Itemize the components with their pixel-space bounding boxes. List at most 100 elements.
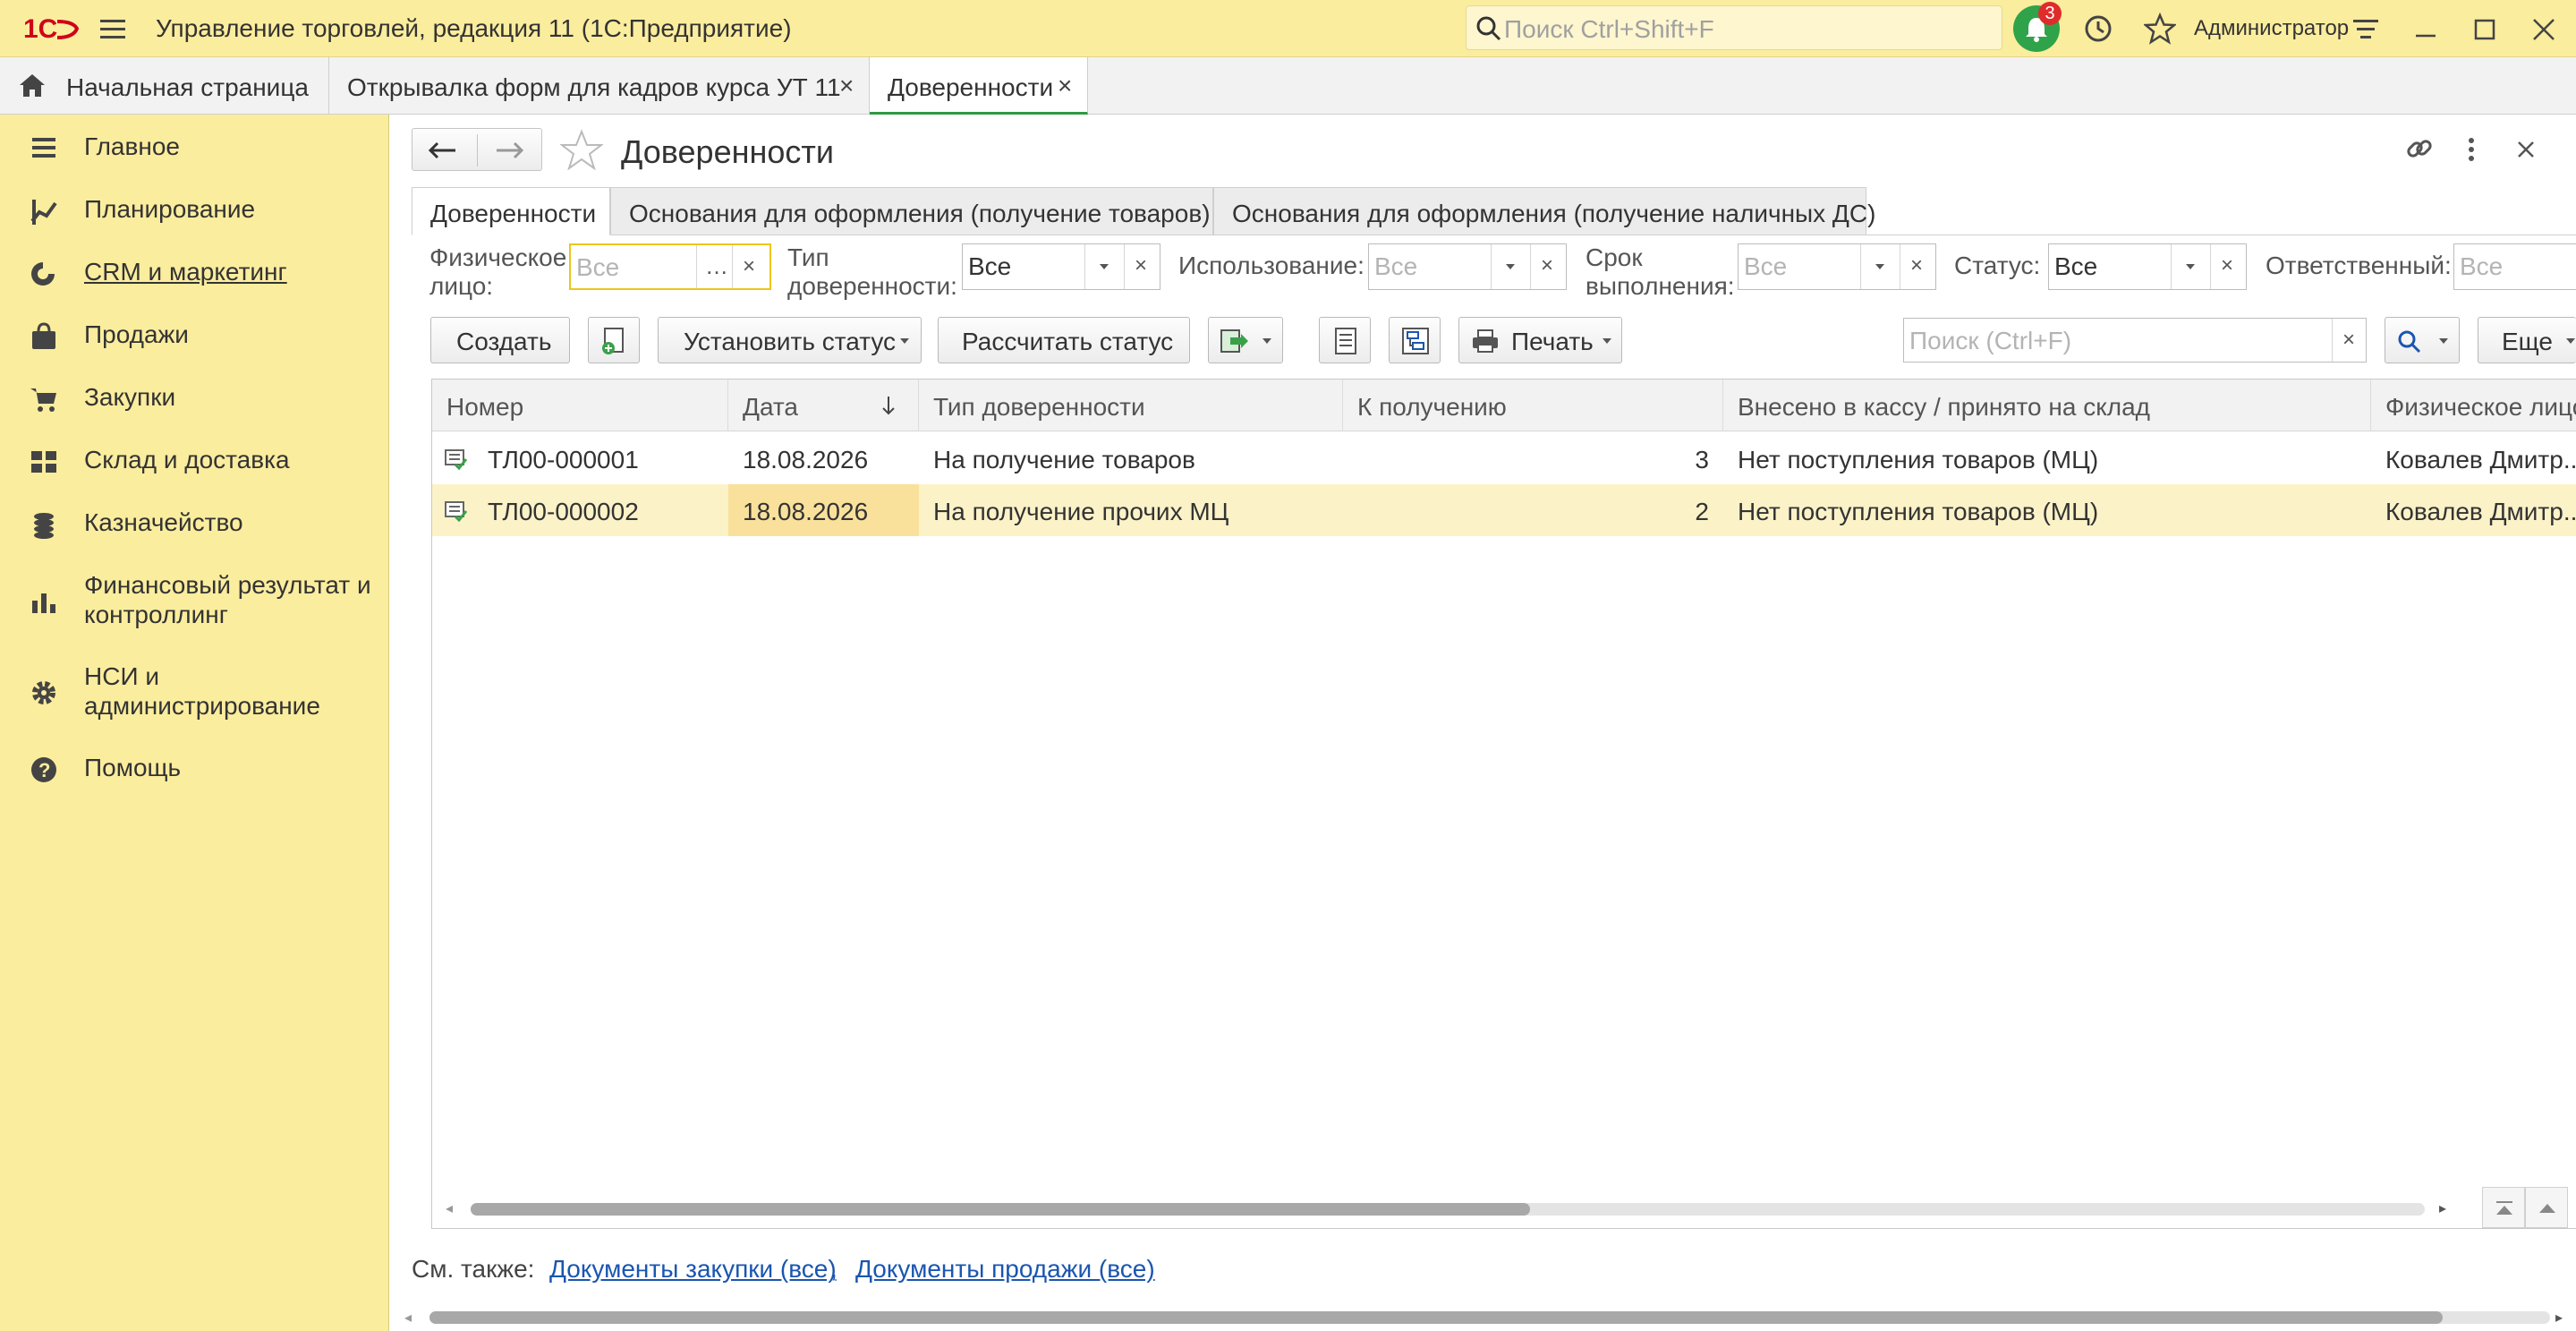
filter-type-field[interactable]: Все × [962,243,1160,290]
tab-forms-opener[interactable]: Открывалка форм для кадров курса УТ 11 × [329,57,870,115]
select-button-icon[interactable]: … [705,252,728,280]
clear-icon[interactable]: × [1135,253,1147,278]
dropdown-icon[interactable] [1506,264,1515,269]
create-based-on-button[interactable] [588,317,640,363]
cart-icon [29,384,59,414]
more-vertical-icon[interactable] [2462,134,2480,165]
field-divider [2332,319,2333,362]
document-posted-icon [445,500,468,522]
scroll-to-top-button[interactable] [2482,1187,2525,1228]
new-document-icon [599,327,630,355]
document-posted-icon [445,448,468,470]
sidebar-item-warehouse[interactable]: Склад и доставка [0,445,389,481]
search-button[interactable] [2385,317,2460,363]
field-divider [1860,244,1861,289]
close-tab-icon[interactable]: × [839,72,854,100]
form-tab-label: Доверенности [430,200,597,227]
column-header-received[interactable]: Внесено в кассу / принято на склад [1723,380,2371,431]
main-menu-icon[interactable] [98,16,127,41]
clear-icon[interactable]: × [1910,253,1923,278]
minimize-icon[interactable] [2412,16,2439,43]
field-divider [696,245,697,288]
calc-status-button[interactable]: Рассчитать статус [938,317,1190,363]
table-row[interactable]: ТЛ00-000001 18.08.2026 На получение това… [432,432,2576,484]
table-hscroll-left-icon[interactable]: ◂ [446,1199,453,1217]
favorites-star-icon[interactable] [2144,13,2176,45]
sidebar-item-treasury[interactable]: Казначейство [0,508,389,543]
structure-view-button[interactable] [1389,317,1441,363]
dropdown-icon[interactable] [1100,264,1109,269]
tab-grounds-cash[interactable]: Основания для оформления (получение нали… [1213,187,1875,235]
scroll-up-button[interactable] [2525,1187,2568,1228]
clear-icon[interactable]: × [2221,253,2233,278]
filter-status-field[interactable]: Все × [2048,243,2247,290]
column-header-date[interactable]: Дата [728,380,919,431]
sidebar-item-planning[interactable]: Планирование [0,194,389,230]
set-status-button[interactable]: Установить статус [658,317,922,363]
table-hscrollbar[interactable] [471,1203,2425,1216]
table-hscroll-right-icon[interactable]: ▸ [2439,1199,2446,1217]
clear-icon[interactable]: × [1541,253,1553,278]
column-header-type[interactable]: Тип доверенности [919,380,1343,431]
link-icon[interactable] [2403,132,2436,165]
favorite-star-icon[interactable] [560,129,603,170]
cell-qty: 3 [1343,432,1723,484]
history-icon[interactable] [2083,13,2113,44]
filter-term-field[interactable]: Все × [1738,243,1936,290]
page-hscroll-right-icon[interactable]: ▸ [2555,1309,2563,1327]
printer-icon [1470,328,1501,354]
sidebar-item-main[interactable]: Главное [0,132,389,167]
list-search-field[interactable]: Поиск (Ctrl+F) × [1903,318,2367,363]
close-tab-icon[interactable]: × [1058,72,1072,100]
bar-chart-icon [29,586,59,617]
sidebar-item-finance[interactable]: Финансовый результат и контроллинг [0,570,389,635]
page-hscroll-thumb[interactable] [429,1311,2443,1324]
svg-text:?: ? [38,759,50,781]
tab-grounds-goods[interactable]: Основания для оформления (получение това… [610,187,1213,235]
table-hscroll-thumb[interactable] [471,1203,1530,1216]
sidebar-item-sales[interactable]: Продажи [0,320,389,355]
dropdown-icon[interactable] [2186,264,2195,269]
filter-status-label: Статус: [1954,252,2041,279]
page-hscrollbar[interactable] [429,1311,2550,1324]
list-view-button[interactable] [1319,317,1371,363]
filter-usage-placeholder: Все [1374,252,1418,280]
row-date: 18.08.2026 [743,498,869,525]
row-person: Ковалев Дмитр... [2385,498,2576,525]
filter-usage-field[interactable]: Все × [1368,243,1567,290]
create-button[interactable]: Создать [430,317,570,363]
more-button[interactable]: Еще [2478,317,2576,363]
column-header-number[interactable]: Номер [432,380,728,431]
print-button[interactable]: Печать [1458,317,1622,363]
tab-poa[interactable]: Доверенности × [870,57,1088,115]
maximize-icon[interactable] [2471,16,2498,43]
app-logo[interactable]: 1С [21,13,79,45]
back-arrow-icon[interactable] [425,140,461,161]
filter-responsible-field[interactable]: Все [2453,243,2576,290]
clear-icon[interactable]: × [743,254,755,279]
close-window-icon[interactable] [2530,16,2557,43]
table-row-selected[interactable]: ТЛ00-000002 18.08.2026 На получение проч… [432,484,2576,536]
tab-home[interactable]: Начальная страница [0,57,329,115]
link-sales-documents[interactable]: Документы продажи (все) [855,1257,1155,1282]
page-hscroll-left-icon[interactable]: ◂ [404,1309,412,1327]
settings-menu-icon[interactable] [2351,18,2380,41]
forward-arrow-icon[interactable] [491,140,527,161]
current-user[interactable]: Администратор [2194,18,2349,39]
close-form-icon[interactable] [2514,138,2538,161]
tab-poa-list[interactable]: Доверенности [412,187,610,235]
sidebar-item-purchases[interactable]: Закупки [0,382,389,418]
related-documents-button[interactable] [1208,317,1283,363]
link-purchase-documents[interactable]: Документы закупки (все) [549,1257,837,1282]
sidebar-item-crm[interactable]: CRM и маркетинг [0,257,389,293]
filter-person-field[interactable]: Все … × [569,243,771,290]
global-search[interactable]: Поиск Ctrl+Shift+F [1466,5,2002,50]
sidebar-item-admin[interactable]: НСИ и администрирование [0,661,389,726]
column-header-qty[interactable]: К получению [1343,380,1723,431]
dropdown-icon[interactable] [1875,264,1884,269]
column-header-person[interactable]: Физическое лицо [2371,380,2576,431]
clear-icon[interactable]: × [2342,328,2355,353]
bag-icon [29,321,59,352]
sidebar-item-help[interactable]: ? Помощь [0,753,389,789]
more-label: Еще [2502,328,2553,355]
